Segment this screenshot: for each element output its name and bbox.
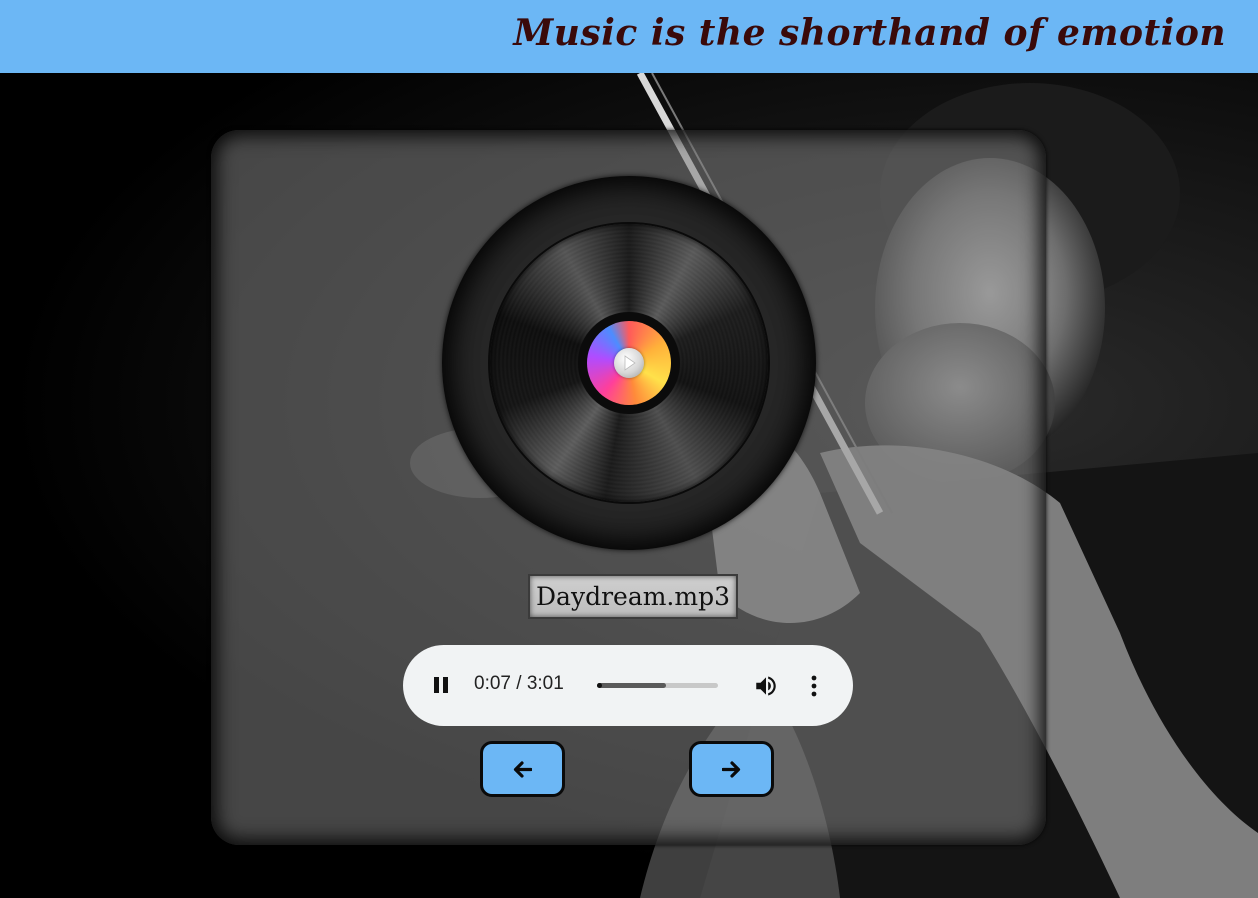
previous-track-button[interactable]: [480, 741, 565, 797]
buffered-bar: [597, 683, 666, 688]
track-name-label: Daydream.mp3: [528, 574, 738, 619]
vinyl-label-ring: [578, 312, 680, 414]
page-title: Music is the shorthand of emotion: [513, 12, 1226, 54]
play-logo-icon: [614, 348, 644, 378]
vinyl-disc-frame: [442, 176, 816, 550]
next-track-button[interactable]: [689, 741, 774, 797]
vinyl-record-icon: [490, 224, 768, 502]
more-options-button[interactable]: [806, 673, 822, 699]
arrow-left-icon: [513, 761, 532, 778]
arrow-right-icon: [722, 761, 741, 778]
more-vertical-icon: [811, 675, 817, 697]
audio-player-controls[interactable]: 0:07 / 3:01: [403, 645, 853, 726]
seek-slider[interactable]: [597, 683, 718, 688]
header-bar: Music is the shorthand of emotion: [0, 0, 1258, 73]
progress-bar: [597, 683, 602, 688]
music-player-card: Daydream.mp3 0:07 / 3:01: [211, 130, 1046, 845]
volume-icon: [756, 676, 776, 696]
pause-icon: [434, 677, 439, 693]
pause-icon-bar: [443, 677, 448, 693]
music-logo-icon: [587, 321, 671, 405]
pause-button[interactable]: [431, 675, 451, 695]
volume-button[interactable]: [753, 673, 779, 699]
time-display: 0:07 / 3:01: [474, 673, 564, 694]
